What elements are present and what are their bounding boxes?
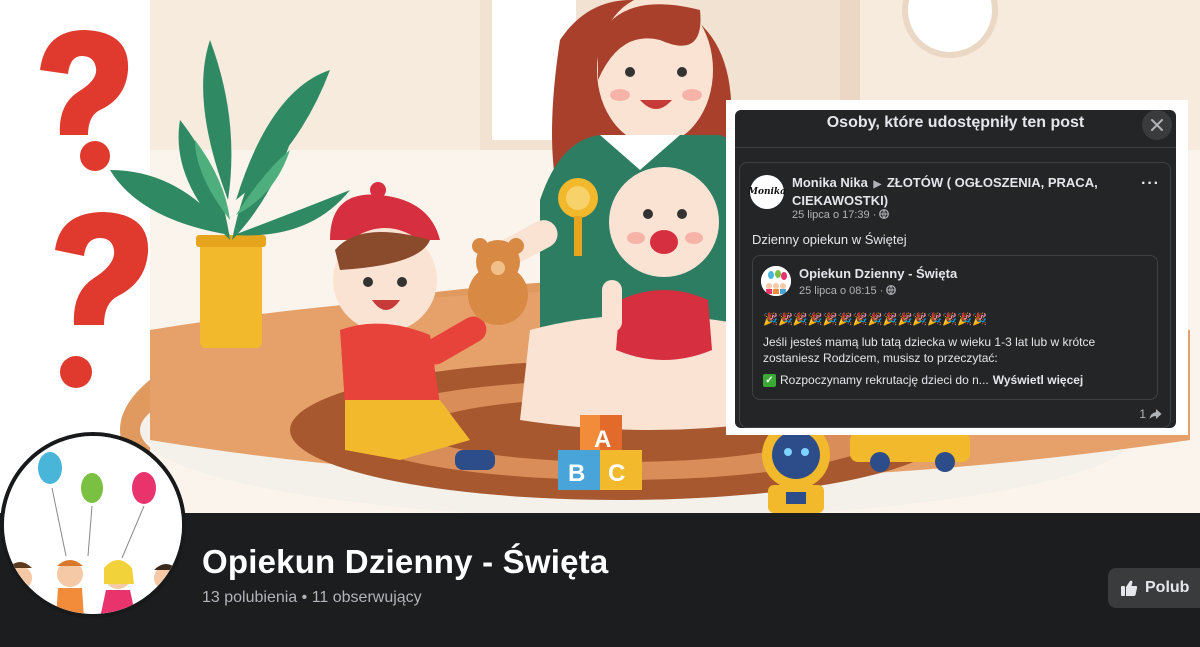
svg-text:C: C [608,460,625,487]
kids-logo-mini [761,266,791,296]
thumbs-up-icon [1121,580,1138,596]
more-options-icon[interactable]: ··· [1141,175,1160,193]
divider [735,147,1176,148]
kids-with-balloons-logo [4,436,182,614]
post-timestamp[interactable]: 25 lipca o 17:39 · [792,209,876,221]
svg-text:A: A [594,426,611,453]
post-author-line: Monika Nika ▶ ZŁOTÓW ( OGŁOSZENIA, PRACA… [792,175,1122,209]
shares-dialog: Osoby, które udostępniły ten post Monika… [735,110,1176,428]
shared-post-card: Monika Monika Nika ▶ ZŁOTÓW ( OGŁOSZENIA… [739,162,1171,428]
svg-text:B: B [568,460,585,487]
page-title[interactable]: Opiekun Dzienny - Święta [202,543,608,581]
dialog-title: Osoby, które udostępniły ten post [826,114,1085,131]
share-count[interactable]: 1 [1139,407,1162,421]
original-page-name[interactable]: Opiekun Dzienny - Święta [799,266,957,281]
post-timestamp-row: 25 lipca o 17:39 · [792,209,890,221]
original-post-timestamp[interactable]: 25 lipca o 08:15 · [799,285,883,297]
arrow-right-icon: ▶ [873,179,882,190]
original-post-check-line: ✓ Rozpoczynamy rekrutację dzieci do n...… [763,373,1083,387]
close-button[interactable] [1142,110,1172,140]
globe-icon [886,285,897,295]
like-button-label: Polub [1145,579,1190,596]
author-avatar[interactable]: Monika [748,175,786,209]
author-name[interactable]: Monika Nika [792,175,868,190]
see-more-link[interactable]: Wyświetl więcej [993,373,1084,387]
share-count-value: 1 [1139,407,1146,421]
page-stats[interactable]: 13 polubienia • 11 obserwujący [202,589,422,607]
post-text: Dzienny opiekun w Świętej [752,232,907,247]
check-mark-icon: ✓ [763,373,776,387]
close-icon [1151,119,1163,131]
original-post-timestamp-row: 25 lipca o 08:15 · [799,285,897,297]
globe-icon [879,209,890,219]
check-line-text: Rozpoczynamy rekrutację dzieci do n... [780,373,989,387]
like-page-button[interactable]: Polub [1108,568,1200,608]
original-page-avatar[interactable] [761,266,791,296]
share-icon [1149,409,1162,419]
author-avatar-text: Monika [748,187,786,197]
question-marks [40,30,149,388]
page-profile-picture[interactable] [0,432,186,618]
party-popper-emoji-row: 🎉🎉🎉🎉🎉🎉🎉🎉🎉🎉🎉🎉🎉🎉🎉 [763,312,988,326]
original-post-card[interactable]: Opiekun Dzienny - Święta 25 lipca o 08:1… [752,255,1158,400]
original-post-body: Jeśli jesteś mamą lub tatą dziecka w wie… [763,335,1096,365]
